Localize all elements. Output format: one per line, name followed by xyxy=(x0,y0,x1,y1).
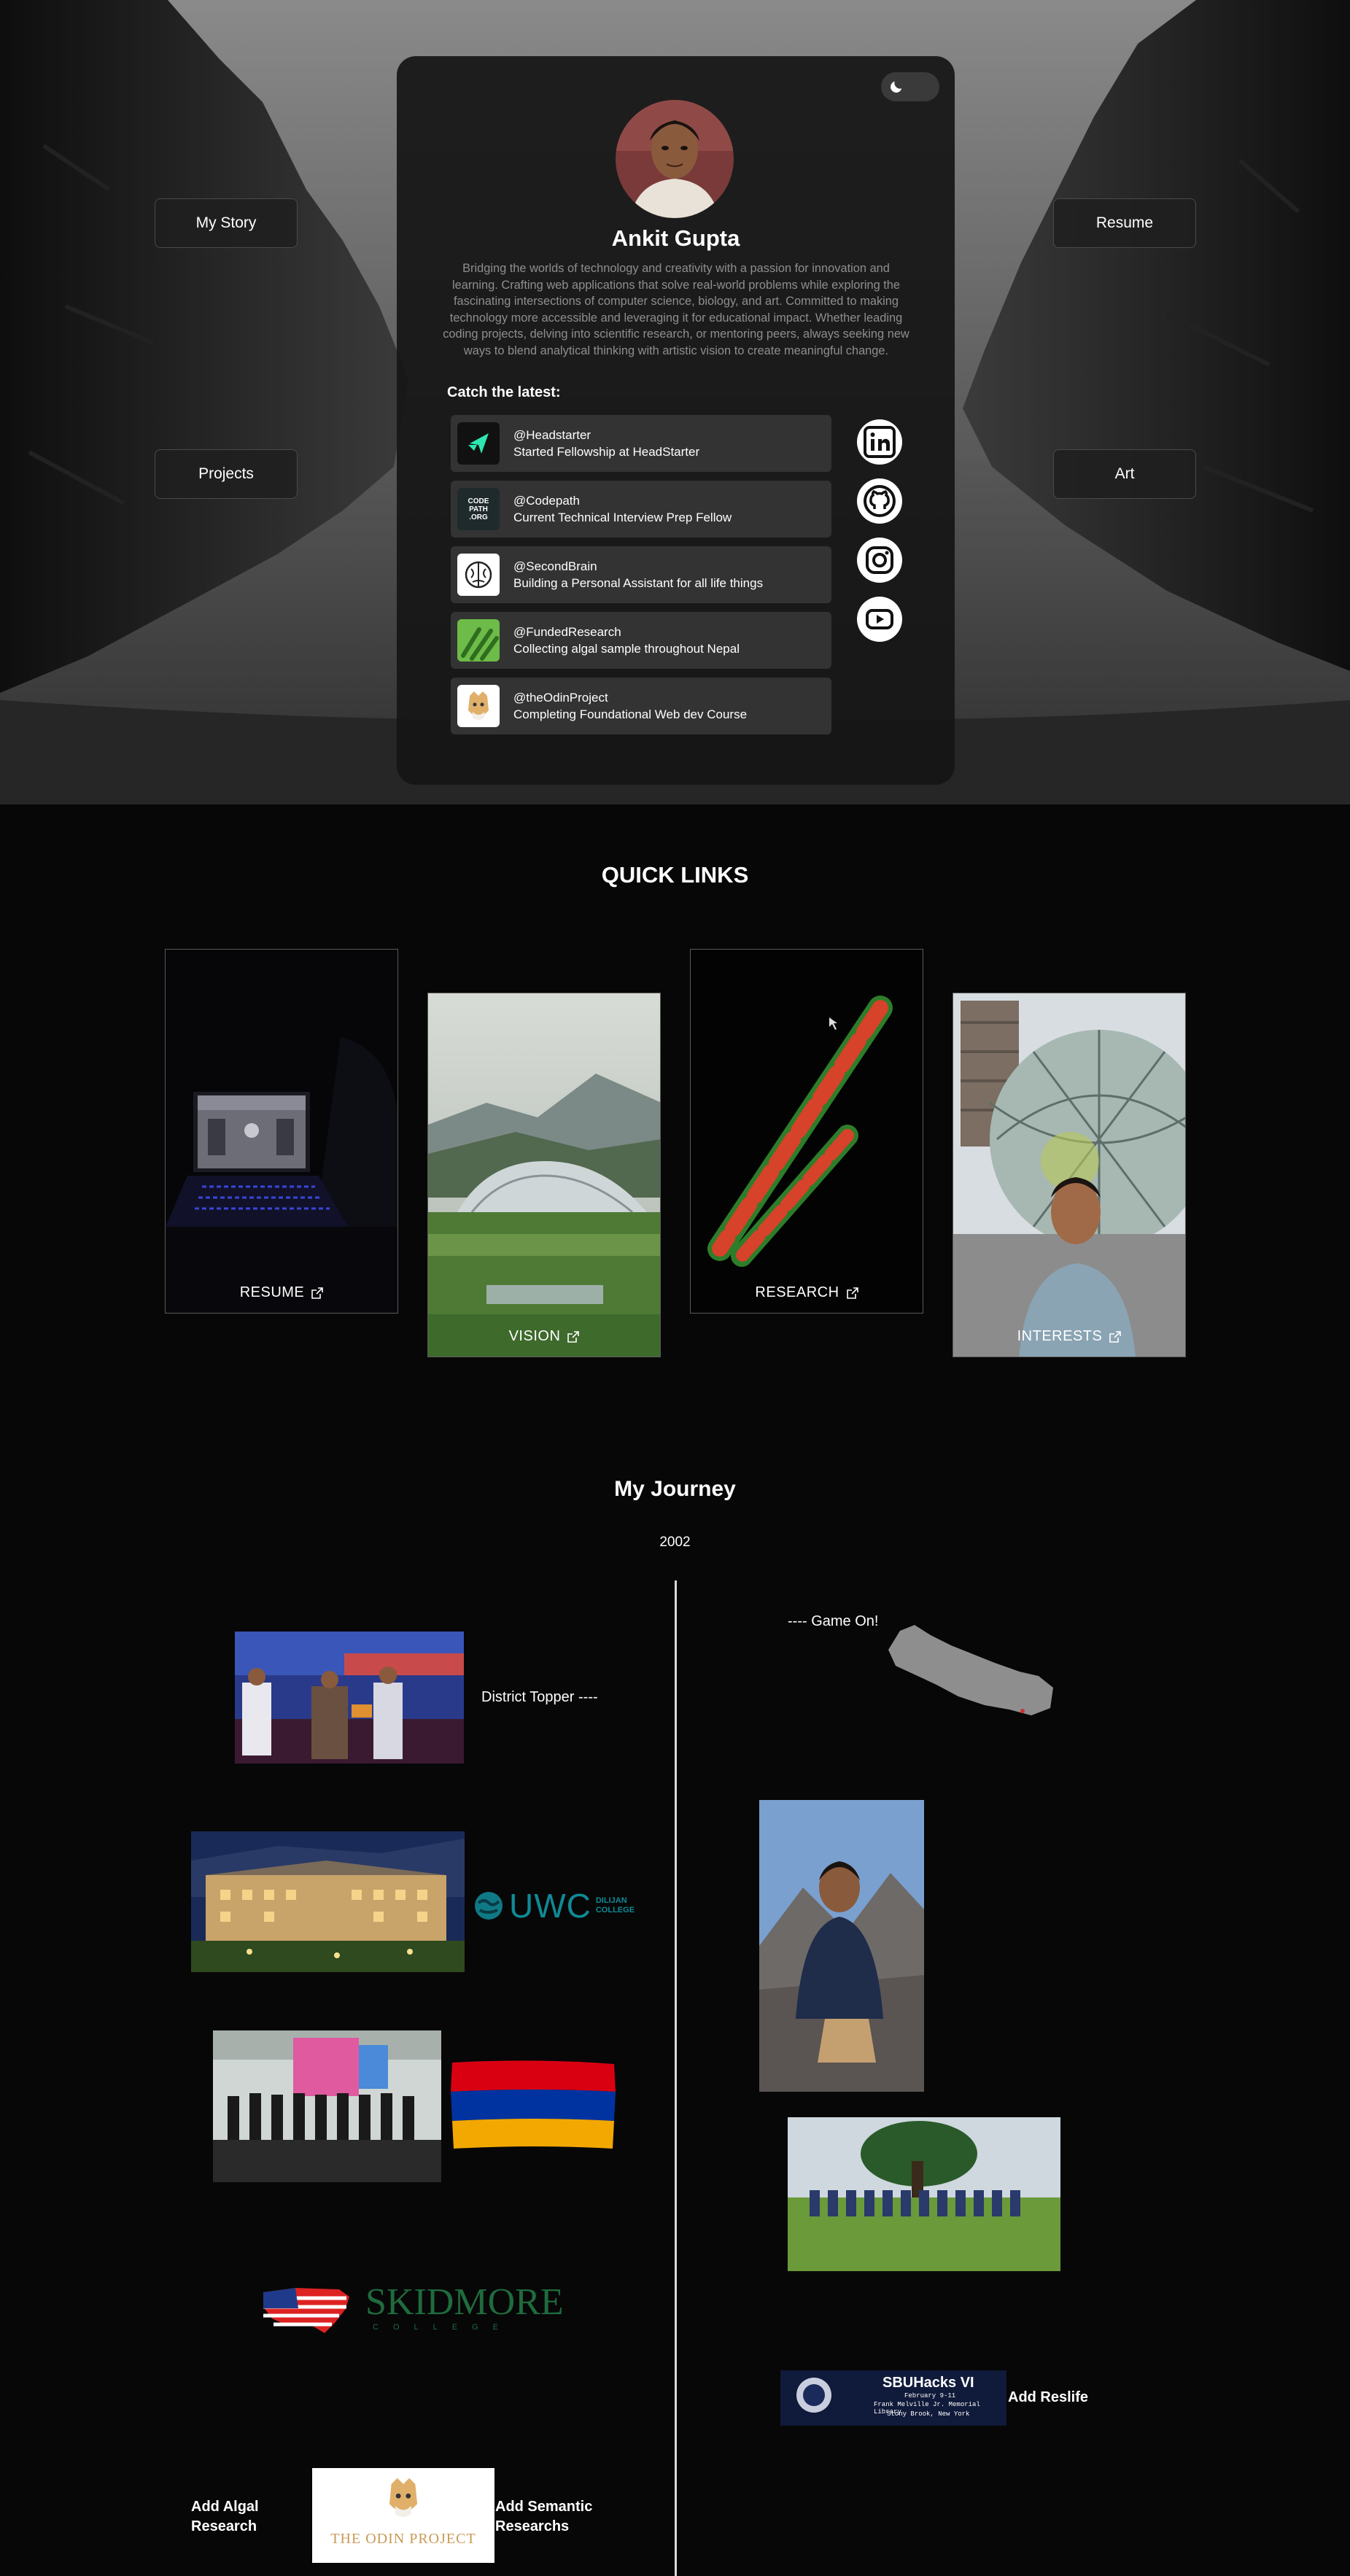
resume-nav-button[interactable]: Resume xyxy=(1053,198,1196,248)
external-link-icon xyxy=(846,1287,858,1299)
odin-logo-icon xyxy=(457,685,500,727)
odin-logo-text: THE ODIN PROJECT xyxy=(330,2531,476,2547)
youtube-link[interactable] xyxy=(857,597,902,642)
projects-button[interactable]: Projects xyxy=(155,449,298,499)
sbuhacks-location: Stony Brook, New York xyxy=(887,2410,970,2418)
external-link-icon xyxy=(311,1287,324,1299)
quick-link-research[interactable]: RESEARCH xyxy=(690,949,923,1314)
news-text: Completing Foundational Web dev Course xyxy=(513,707,748,721)
quick-link-vision[interactable]: VISION xyxy=(427,993,661,1357)
add-algal-line-2: Research xyxy=(191,2518,257,2534)
news-handle: @FundedResearch xyxy=(513,625,621,639)
art-button[interactable]: Art xyxy=(1053,449,1196,499)
quick-link-label: RESEARCH xyxy=(691,1284,923,1301)
timeline-line xyxy=(675,1580,677,2576)
news-item-secondbrain[interactable]: @SecondBrain Building a Personal Assista… xyxy=(451,546,831,603)
uwc-logo-text: UWC xyxy=(509,1887,591,1925)
news-text: Building a Personal Assistant for all li… xyxy=(513,576,764,590)
vision-photo xyxy=(428,993,660,1357)
github-icon xyxy=(864,485,896,517)
external-link-icon xyxy=(1109,1330,1122,1343)
news-handle: @SecondBrain xyxy=(513,559,597,573)
headstarter-logo-icon xyxy=(457,422,500,465)
armenia-flag xyxy=(451,2060,616,2149)
nepal-map xyxy=(888,1625,1053,1715)
news-text: Current Technical Interview Prep Fellow xyxy=(513,511,732,524)
add-semantic-research-label: Add Semantic Researchs xyxy=(495,2497,592,2537)
uwc-logo: UWC DILIJAN COLLEGE xyxy=(473,1886,647,1925)
add-semantic-line-2: Researchs xyxy=(495,2518,570,2534)
quick-link-label-text: RESEARCH xyxy=(755,1284,839,1300)
add-algal-line-1: Add Algal xyxy=(191,2499,259,2515)
quick-link-label-text: VISION xyxy=(508,1328,561,1344)
news-handle: @Headstarter xyxy=(513,428,591,442)
algae-microscope-photo xyxy=(691,950,923,1313)
news-handle: @theOdinProject xyxy=(513,691,608,705)
my-story-button[interactable]: My Story xyxy=(155,198,298,248)
journey-year: 2002 xyxy=(659,1535,691,1550)
district-topper-label: District Topper ---- xyxy=(481,1689,598,1705)
hero-section: My Story Resume Projects Art Ankit Gupta… xyxy=(0,0,1350,804)
uwc-campus-photo xyxy=(191,1831,465,1972)
news-item-headstarter[interactable]: @Headstarter Started Fellowship at HeadS… xyxy=(451,415,831,472)
skidmore-logo-subtext: COLLEGE xyxy=(373,2323,513,2332)
skidmore-logo-text: SKIDMORE xyxy=(365,2281,564,2323)
sbuhacks-title: SBUHacks VI xyxy=(882,2375,974,2391)
uwc-logo-subtext: DILIJAN COLLEGE xyxy=(595,1896,635,1914)
instagram-icon xyxy=(866,546,893,574)
profile-name: Ankit Gupta xyxy=(611,225,740,251)
quick-link-label: INTERESTS xyxy=(953,1328,1185,1345)
mountain-portrait-photo xyxy=(759,1800,924,2092)
quick-link-label-text: RESUME xyxy=(239,1284,305,1300)
external-link-icon xyxy=(567,1330,580,1343)
news-item-odinproject[interactable]: @theOdinProject Completing Foundational … xyxy=(451,678,831,734)
news-item-fundedresearch[interactable]: @FundedResearch Collecting algal sample … xyxy=(451,612,831,669)
spheres-portrait-photo xyxy=(953,993,1185,1357)
sbuhacks-banner: SBUHacks VI February 9-11 Frank Melville… xyxy=(780,2370,1006,2426)
news-text: Started Fellowship at HeadStarter xyxy=(513,445,700,459)
stage-group-photo xyxy=(213,2030,441,2182)
team-group-photo xyxy=(788,2117,1060,2271)
algae-icon xyxy=(457,619,500,662)
linkedin-icon xyxy=(864,426,896,458)
instagram-link[interactable] xyxy=(857,538,902,583)
globe-icon xyxy=(475,1892,503,1920)
sbuhacks-date: February 9-11 xyxy=(904,2392,956,2400)
profile-card: Ankit Gupta Bridging the worlds of techn… xyxy=(397,56,955,785)
add-reslife-label: Add Reslife xyxy=(1008,2389,1089,2405)
codepath-logo-icon: CODE PATH .ORG xyxy=(457,488,500,530)
game-on-label: ---- Game On! xyxy=(788,1613,879,1629)
theme-toggle[interactable] xyxy=(881,72,939,101)
latest-title: Catch the latest: xyxy=(447,384,561,400)
quick-link-label: VISION xyxy=(428,1328,660,1345)
quick-link-label: RESUME xyxy=(166,1284,397,1301)
astronaut-icon xyxy=(796,2378,831,2413)
moon-icon xyxy=(891,81,902,93)
add-semantic-line-1: Add Semantic xyxy=(495,2499,593,2515)
codepath-logo-text: CODE PATH .ORG xyxy=(468,497,489,521)
odin-logo-icon xyxy=(389,2478,418,2517)
news-text: Collecting algal sample throughout Nepal xyxy=(513,642,740,656)
odin-project-logo: THE ODIN PROJECT xyxy=(312,2468,494,2563)
youtube-icon xyxy=(866,609,893,629)
quick-link-interests[interactable]: INTERESTS xyxy=(953,993,1186,1357)
quick-link-resume[interactable]: RESUME xyxy=(165,949,398,1314)
quick-link-label-text: INTERESTS xyxy=(1017,1328,1103,1344)
district-topper-photo xyxy=(235,1632,464,1764)
quick-links-title: QUICK LINKS xyxy=(601,862,749,888)
github-link[interactable] xyxy=(857,478,902,524)
avatar xyxy=(616,100,734,218)
linkedin-link[interactable] xyxy=(857,419,902,465)
add-algal-research-label: Add Algal Research xyxy=(191,2497,259,2537)
journey-title: My Journey xyxy=(614,1477,736,1501)
usa-flag-map xyxy=(263,2288,349,2333)
brain-icon xyxy=(457,554,500,596)
profile-bio: Bridging the worlds of technology and cr… xyxy=(443,262,909,357)
skidmore-usa-logo: SKIDMORE COLLEGE xyxy=(259,2281,565,2338)
laptop-photo xyxy=(166,950,397,1313)
news-handle: @Codepath xyxy=(513,494,580,508)
news-item-codepath[interactable]: CODE PATH .ORG @Codepath Current Technic… xyxy=(451,481,831,538)
